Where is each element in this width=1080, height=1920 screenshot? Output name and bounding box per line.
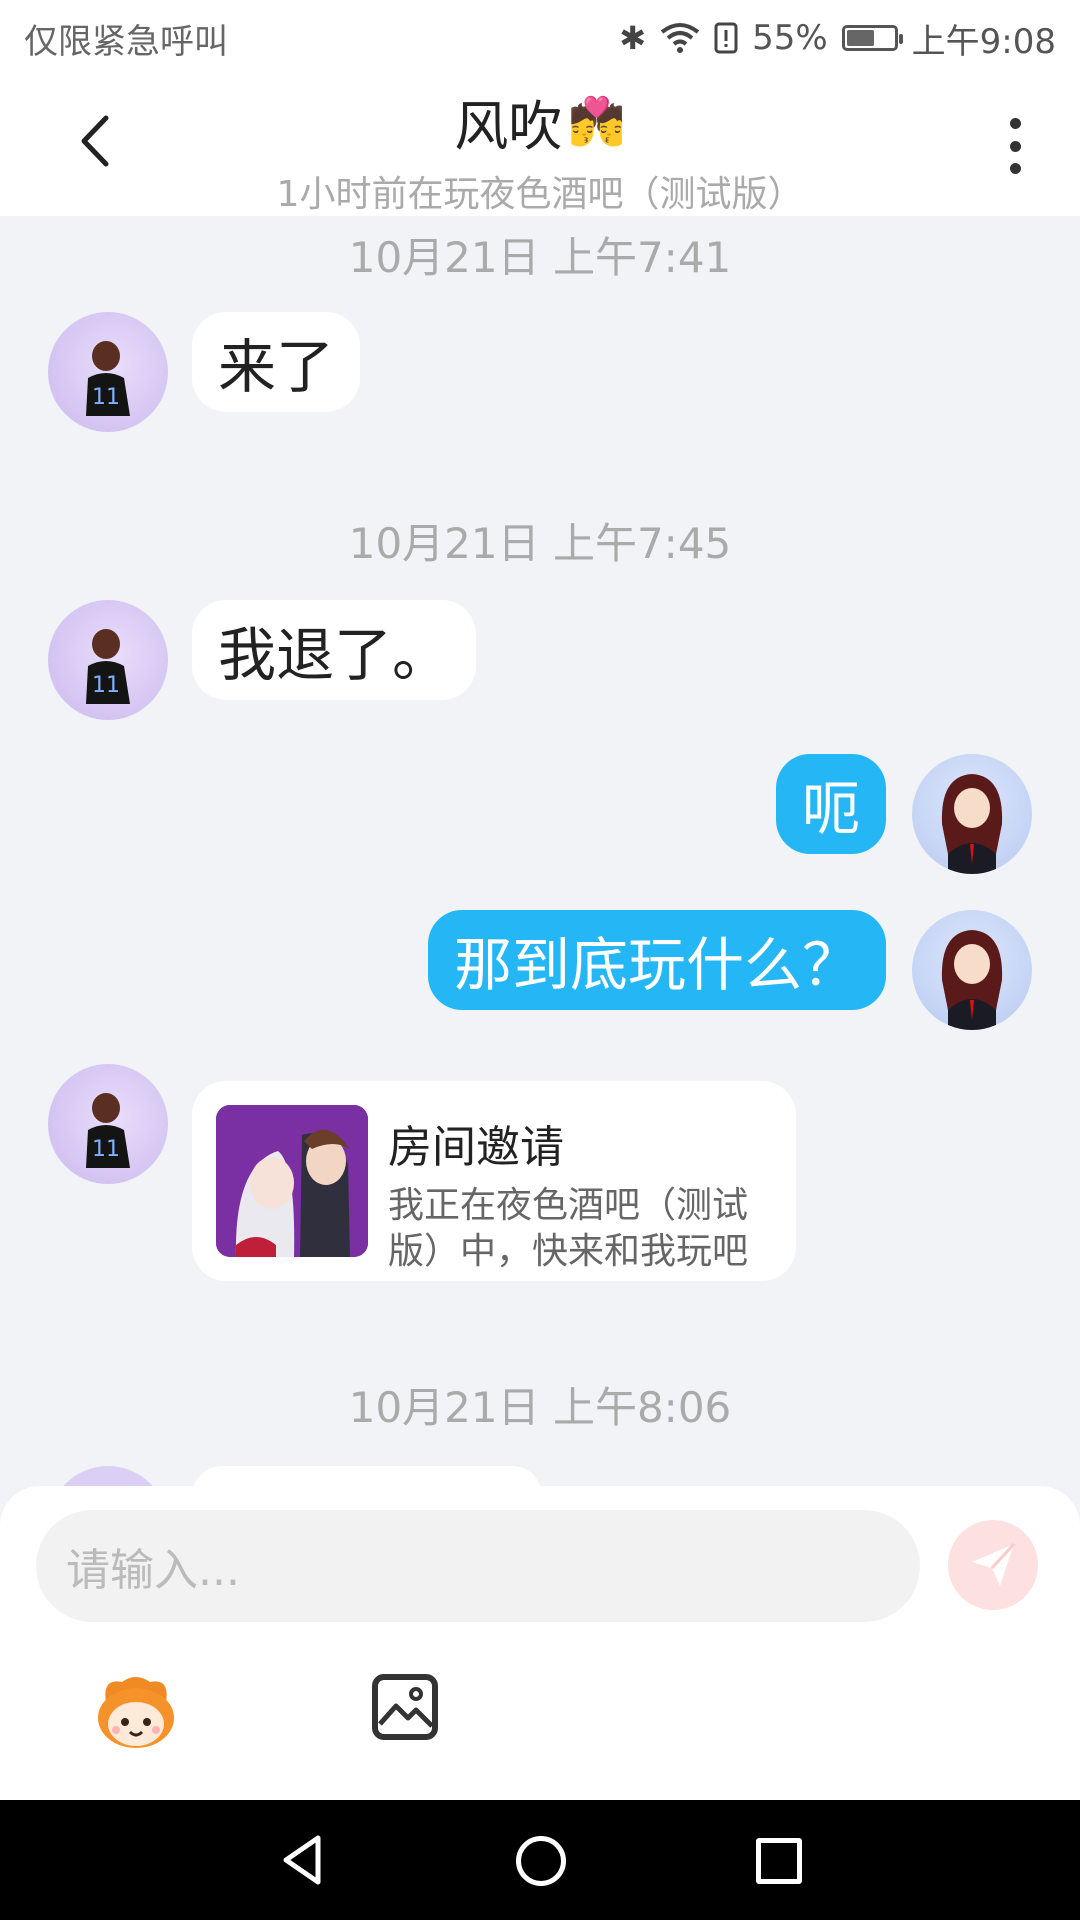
svg-text:11: 11	[92, 673, 120, 698]
system-nav-bar	[0, 1800, 1080, 1920]
dot-icon	[1009, 118, 1021, 129]
boy-avatar-icon: 11	[86, 341, 130, 416]
message-bubble-in[interactable]: 来了	[192, 312, 361, 412]
dot-icon	[1009, 140, 1021, 152]
carrier-text: 仅限紧急呼叫	[24, 21, 228, 62]
invite-description: 我正在夜色酒吧（测试版）中，快来和我玩吧	[388, 1185, 749, 1272]
image-picker-icon[interactable]	[372, 1674, 438, 1740]
contact-name-text: 风吹	[454, 95, 563, 158]
invite-title: 房间邀请	[388, 1122, 564, 1173]
alert-icon	[714, 22, 738, 54]
emoji-mascot-icon[interactable]	[92, 1672, 180, 1752]
status-bar: 仅限紧急呼叫 ✱ 55% 上午9:08	[0, 0, 1080, 76]
chat-messages[interactable]: 10月21日 上午7:41 11 来了 10月21日 上午7:45 11 我退了…	[0, 216, 1080, 1486]
girl-avatar-icon	[941, 930, 1003, 1030]
message-bubble-out[interactable]: 那到底玩什么？	[427, 910, 886, 1010]
my-avatar[interactable]	[912, 910, 1032, 1030]
boy-avatar-icon: 11	[86, 1093, 130, 1168]
wifi-icon	[660, 23, 700, 53]
my-avatar[interactable]	[912, 754, 1032, 874]
message-bubble-out[interactable]: 呃	[775, 754, 886, 854]
bluetooth-icon: ✱	[619, 19, 647, 57]
contact-avatar[interactable]: 11	[48, 312, 168, 432]
more-options-button[interactable]	[990, 116, 1040, 176]
composer: 请输入...	[0, 1486, 1080, 1800]
status-icons: ✱ 55% 上午9:08	[619, 14, 1056, 63]
send-icon	[972, 1542, 1016, 1586]
battery-fill	[846, 30, 875, 46]
girl-avatar-icon	[941, 774, 1003, 874]
timestamp: 10月21日 上午8:06	[348, 1383, 732, 1432]
svg-text:11: 11	[92, 1137, 120, 1162]
svg-text:11: 11	[92, 385, 120, 410]
kiss-emoji-icon: 💏	[568, 94, 626, 148]
dot-icon	[1009, 163, 1021, 174]
chat-header: 风吹 💏 1小时前在玩夜色酒吧（测试版）	[0, 76, 1080, 216]
nav-home-icon[interactable]	[516, 1836, 566, 1886]
boy-avatar-icon: 11	[86, 629, 130, 704]
message-bubble-in[interactable]	[192, 1466, 542, 1486]
message-bubble-in[interactable]: 我退了。	[192, 600, 477, 700]
battery-percent: 55%	[752, 18, 828, 58]
timestamp: 10月21日 上午7:45	[348, 519, 732, 568]
timestamp: 10月21日 上午7:41	[348, 233, 732, 282]
nav-back-icon[interactable]	[276, 1830, 336, 1890]
message-input[interactable]: 请输入...	[36, 1510, 920, 1622]
contact-avatar[interactable]	[48, 1466, 168, 1486]
battery-icon	[841, 25, 903, 51]
send-button[interactable]	[948, 1520, 1038, 1610]
nav-recents-icon[interactable]	[756, 1838, 802, 1884]
contact-avatar[interactable]: 11	[48, 600, 168, 720]
game-thumbnail-icon	[216, 1105, 368, 1257]
title-wrap: 风吹 💏 1小时前在玩夜色酒吧（测试版）	[0, 82, 1080, 217]
contact-status: 1小时前在玩夜色酒吧（测试版）	[276, 174, 804, 215]
room-invite-card[interactable]: 房间邀请 我正在夜色酒吧（测试版）中，快来和我玩吧	[192, 1081, 796, 1281]
clock: 上午9:08	[911, 21, 1056, 62]
contact-name[interactable]: 风吹 💏	[454, 82, 625, 161]
contact-avatar[interactable]: 11	[48, 1064, 168, 1184]
